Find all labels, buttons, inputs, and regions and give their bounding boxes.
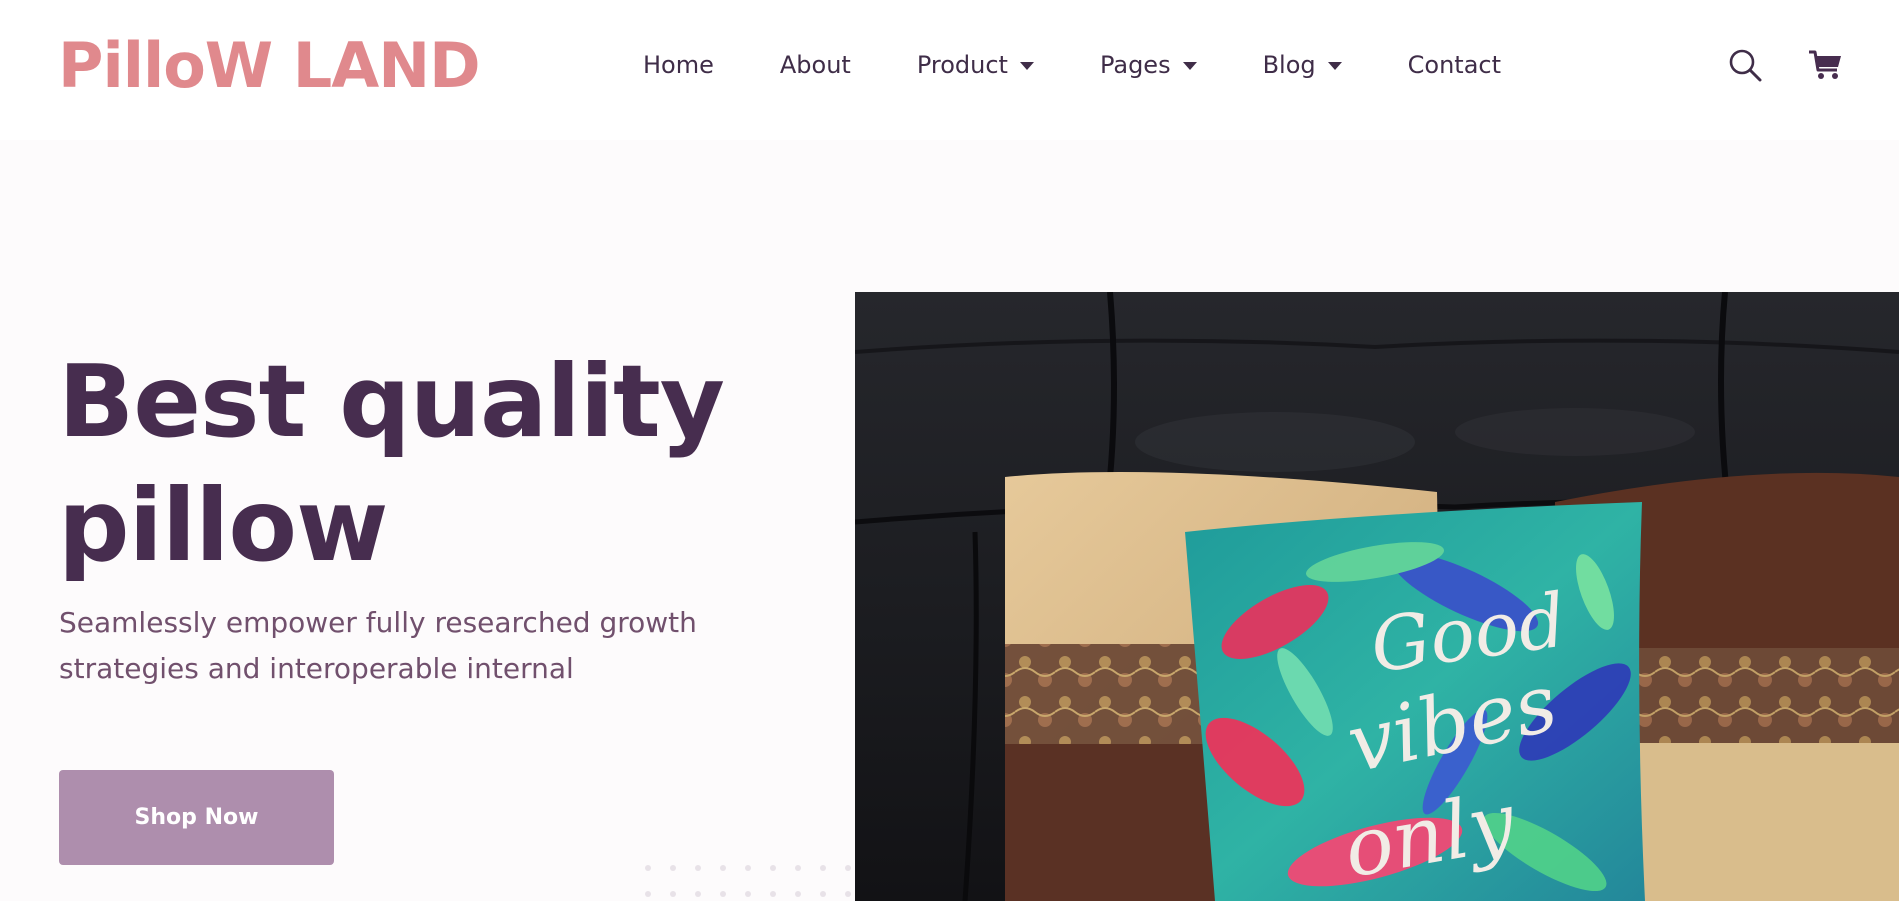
dot bbox=[845, 865, 851, 871]
dot bbox=[770, 865, 776, 871]
search-icon bbox=[1729, 49, 1762, 82]
page: PilloW LAND Home About Product Pages Blo… bbox=[0, 0, 1899, 901]
hero-title-line: pillow bbox=[58, 467, 388, 584]
dot bbox=[745, 865, 751, 871]
dot bbox=[645, 865, 651, 871]
brand-logo[interactable]: PilloW LAND bbox=[58, 26, 481, 106]
dot bbox=[770, 891, 776, 897]
dot bbox=[820, 865, 826, 871]
dot bbox=[820, 891, 826, 897]
nav-label: About bbox=[779, 51, 851, 79]
hero-title: Best quality pillow bbox=[58, 340, 838, 588]
nav-item-about[interactable]: About bbox=[780, 51, 851, 79]
chevron-down-icon bbox=[1182, 62, 1197, 70]
dot bbox=[670, 865, 676, 871]
chevron-down-icon bbox=[1019, 62, 1034, 70]
nav-item-blog[interactable]: Blog bbox=[1263, 51, 1342, 79]
dot bbox=[845, 891, 851, 897]
nav-item-home[interactable]: Home bbox=[643, 51, 714, 79]
hero-subtitle: Seamlessly empower fully researched grow… bbox=[59, 600, 759, 692]
nav-item-contact[interactable]: Contact bbox=[1408, 51, 1501, 79]
main-nav: Home About Product Pages Blog Contact bbox=[643, 44, 1501, 86]
nav-label: Product bbox=[916, 51, 1008, 79]
hero-title-line: Best quality bbox=[58, 343, 725, 460]
nav-label: Blog bbox=[1262, 51, 1316, 79]
dot bbox=[695, 891, 701, 897]
nav-label: Contact bbox=[1407, 51, 1502, 79]
nav-label: Home bbox=[643, 51, 714, 79]
dot bbox=[695, 865, 701, 871]
nav-item-product[interactable]: Product bbox=[917, 51, 1034, 79]
dot bbox=[720, 891, 726, 897]
dot bbox=[795, 865, 801, 871]
nav-item-pages[interactable]: Pages bbox=[1100, 51, 1197, 79]
dot bbox=[745, 891, 751, 897]
hero-subtitle-line: Seamlessly empower fully researched grow… bbox=[59, 606, 697, 639]
shop-now-button[interactable]: Shop Now bbox=[59, 770, 334, 865]
search-button[interactable] bbox=[1728, 48, 1762, 82]
cart-button[interactable] bbox=[1808, 48, 1842, 82]
dot bbox=[720, 865, 726, 871]
hero-image: Good vibes only bbox=[855, 292, 1899, 901]
hero-subtitle-line: strategies and interoperable internal bbox=[59, 652, 574, 685]
dot bbox=[645, 891, 651, 897]
nav-label: Pages bbox=[1099, 51, 1171, 79]
cart-icon bbox=[1809, 50, 1841, 79]
dot bbox=[670, 891, 676, 897]
chevron-down-icon bbox=[1327, 62, 1342, 70]
dot bbox=[795, 891, 801, 897]
